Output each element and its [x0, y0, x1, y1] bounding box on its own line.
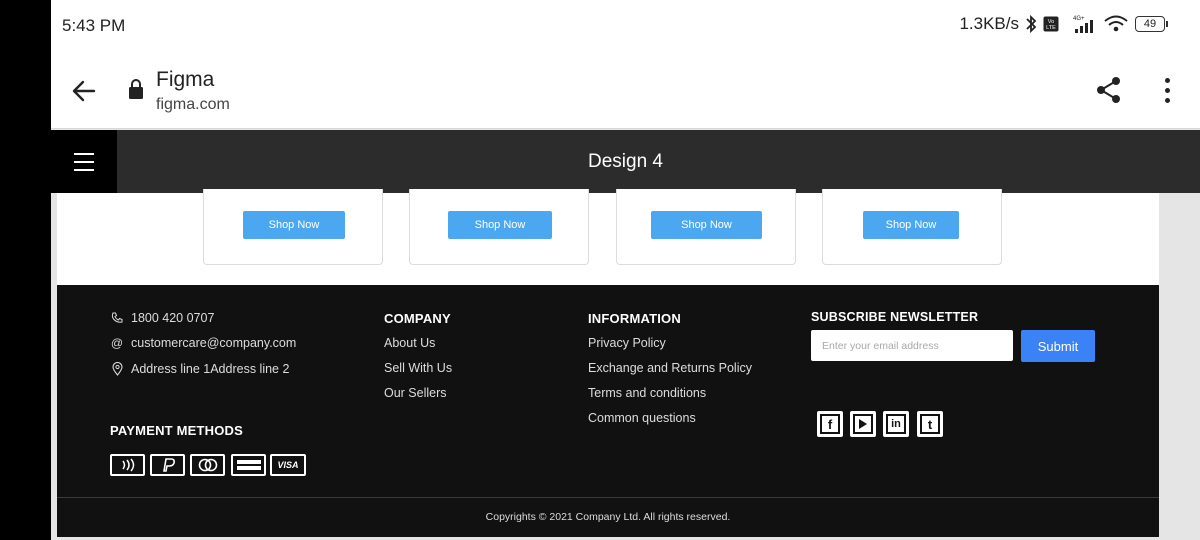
more-options-button[interactable]	[1162, 78, 1172, 103]
bluetooth-icon	[1025, 14, 1037, 34]
status-time: 5:43 PM	[62, 16, 126, 35]
contact-phone[interactable]: 1800 420 0707	[110, 311, 214, 325]
more-dot-icon	[1164, 88, 1170, 93]
phone-number: 1800 420 0707	[131, 311, 215, 325]
share-button[interactable]	[1095, 76, 1123, 109]
information-heading: INFORMATION	[588, 311, 681, 326]
more-dot-icon	[1164, 78, 1170, 83]
newsletter-heading: SUBSCRIBE NEWSLETTER	[811, 310, 979, 324]
paypal-icon	[150, 454, 185, 476]
network-speed: 1.3KB/s	[959, 14, 1019, 33]
email-address: customercare@company.com	[131, 336, 297, 350]
newsletter-email-input[interactable]	[811, 330, 1013, 361]
product-card: Shop Now	[409, 189, 589, 265]
footer-divider	[57, 497, 1159, 498]
newsletter-submit-button[interactable]: Submit	[1021, 330, 1095, 362]
network-type-label: 4G+	[1073, 16, 1085, 22]
company-heading: COMPANY	[384, 311, 451, 326]
device-left-bezel	[0, 0, 51, 540]
american-express-icon	[231, 454, 266, 476]
youtube-link[interactable]	[850, 411, 876, 437]
share-icon	[1097, 77, 1120, 103]
svg-text:LTE: LTE	[1046, 25, 1056, 31]
twitter-icon: t	[920, 414, 940, 434]
volte-icon: Vo LTE	[1043, 16, 1059, 32]
menu-line	[74, 152, 94, 155]
more-dot-icon	[1164, 98, 1170, 103]
footer-link-exchange-returns[interactable]: Exchange and Returns Policy	[588, 361, 752, 375]
contact-address: Address line 1Address line 2	[110, 362, 289, 376]
location-pin-icon	[110, 362, 124, 376]
footer-link-our-sellers[interactable]: Our Sellers	[384, 386, 447, 400]
footer-link-common-questions[interactable]: Common questions	[588, 411, 696, 425]
prototype-title: Design 4	[588, 151, 663, 172]
site-footer: 1800 420 0707 @ customercare@company.com…	[57, 285, 1159, 537]
back-button[interactable]	[71, 78, 97, 104]
payment-methods-heading: PAYMENT METHODS	[110, 423, 244, 438]
wifi-icon	[1103, 14, 1129, 34]
facebook-icon: f	[820, 414, 840, 434]
contact-email[interactable]: @ customercare@company.com	[110, 336, 296, 350]
battery-level: 49	[1135, 16, 1165, 32]
diners-club-icon	[190, 454, 225, 476]
prototype-canvas: Shop Now Shop Now Shop Now Shop Now 1800…	[57, 189, 1159, 537]
browser-toolbar: Figma figma.com	[51, 52, 1200, 129]
footer-link-privacy-policy[interactable]: Privacy Policy	[588, 336, 666, 350]
phone-icon	[110, 312, 124, 324]
youtube-icon	[853, 414, 873, 434]
cellular-signal-icon: 4G+	[1065, 14, 1097, 34]
footer-link-terms[interactable]: Terms and conditions	[588, 386, 706, 400]
shop-now-button[interactable]: Shop Now	[448, 211, 552, 239]
site-title: Figma	[156, 68, 215, 91]
menu-line	[74, 168, 94, 171]
battery-icon: 49	[1135, 16, 1168, 32]
shop-now-button[interactable]: Shop Now	[863, 211, 959, 239]
status-icons: 1.3KB/s Vo LTE 4G+ 49	[959, 14, 1168, 34]
visa-icon: VISA	[270, 454, 306, 476]
address-text: Address line 1Address line 2	[131, 362, 290, 376]
linkedin-icon: in	[886, 414, 906, 434]
footer-link-about-us[interactable]: About Us	[384, 336, 435, 350]
contactless-pay-icon	[110, 454, 145, 476]
product-card: Shop Now	[822, 189, 1002, 265]
menu-line	[74, 160, 94, 163]
menu-button[interactable]	[51, 130, 117, 193]
site-url[interactable]: figma.com	[156, 96, 230, 114]
lock-icon	[128, 78, 144, 105]
shop-now-button[interactable]: Shop Now	[243, 211, 345, 239]
linkedin-link[interactable]: in	[883, 411, 909, 437]
product-card: Shop Now	[616, 189, 796, 265]
twitter-link[interactable]: t	[917, 411, 943, 437]
status-bar: 5:43 PM 1.3KB/s Vo LTE 4G+ 49	[51, 0, 1200, 52]
at-icon: @	[110, 336, 124, 350]
footer-link-sell-with-us[interactable]: Sell With Us	[384, 361, 452, 375]
product-card: Shop Now	[203, 189, 383, 265]
shop-now-button[interactable]: Shop Now	[651, 211, 762, 239]
copyright-text: Copyrights © 2021 Company Ltd. All right…	[485, 511, 731, 523]
facebook-link[interactable]: f	[817, 411, 843, 437]
back-arrow-icon	[72, 80, 96, 102]
figma-prototype-header: Design 4	[51, 130, 1200, 193]
